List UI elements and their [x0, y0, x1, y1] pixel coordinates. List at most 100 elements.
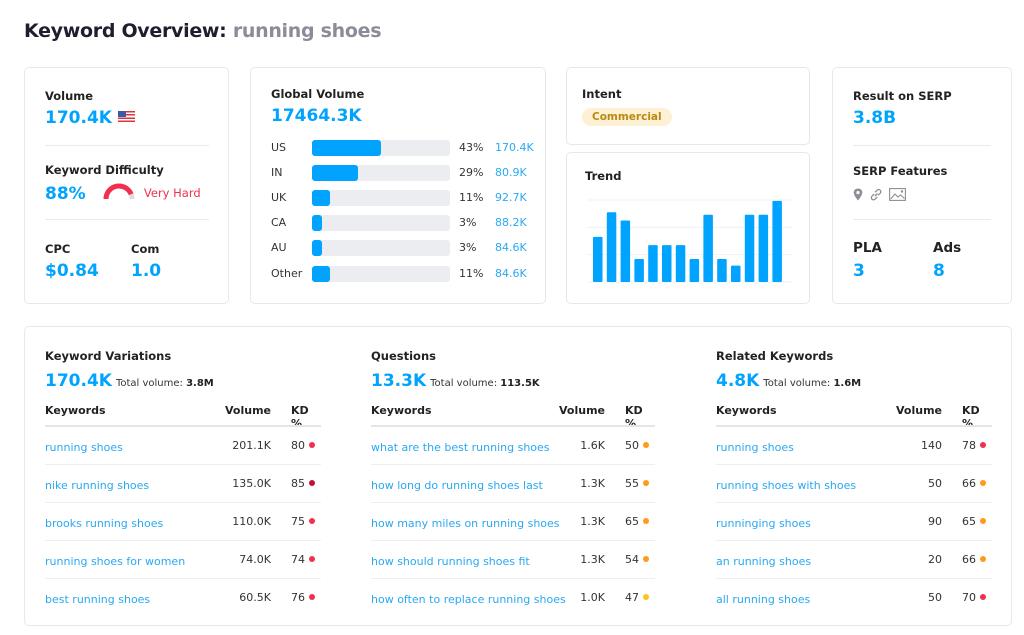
kd-gauge-icon — [103, 183, 135, 200]
trend-bar[interactable] — [772, 200, 782, 282]
country-percent: 3% — [459, 216, 477, 229]
keyword-volume: 140 — [921, 439, 942, 452]
global-volume-label: Global Volume — [271, 87, 365, 101]
volume-label: Volume — [45, 89, 94, 103]
keyword-kd: 54 — [625, 553, 639, 566]
country-row-uk: UK 11% 92.7K — [271, 189, 541, 207]
column-header-volume[interactable]: Volume — [559, 404, 605, 417]
kd-indicator-icon — [643, 594, 649, 600]
kd-indicator-icon — [643, 518, 649, 524]
keyword-link[interactable]: runninging shoes — [716, 517, 811, 530]
section-count[interactable]: 170.4K — [45, 371, 112, 391]
intent-card: Intent Commercial — [566, 67, 810, 145]
table-row: running shoes for women 74.0K 74 — [45, 541, 321, 579]
keyword-link[interactable]: running shoes — [716, 441, 794, 454]
trend-bar[interactable] — [675, 245, 686, 282]
country-share-bar — [312, 165, 450, 181]
table-row: how many miles on running shoes 1.3K 65 — [371, 503, 655, 541]
global-volume-value: 17464.3K — [271, 106, 362, 126]
trend-bar[interactable] — [717, 259, 727, 282]
table-row: how often to replace running shoes 1.0K 47 — [371, 579, 655, 617]
trend-bar[interactable] — [648, 245, 658, 282]
keyword-volume: 1.3K — [580, 553, 605, 566]
trend-bar[interactable] — [634, 259, 644, 282]
keyword-volume: 20 — [928, 553, 942, 566]
trend-bar[interactable] — [758, 214, 769, 282]
country-share-fill — [312, 266, 330, 282]
country-row-other: Other 11% 84.6K — [271, 265, 541, 283]
keyword-volume: 1.6K — [580, 439, 605, 452]
country-volume[interactable]: 170.4K — [495, 141, 534, 154]
column-header-volume[interactable]: Volume — [225, 404, 271, 417]
table-row: all running shoes 50 70 — [716, 579, 992, 617]
divider — [45, 145, 209, 146]
divider — [853, 219, 991, 220]
country-code: UK — [271, 191, 287, 204]
related-keywords-section: Related Keywords 4.8K Total volume: 1.6M Ke… — [716, 327, 992, 627]
trend-bar[interactable] — [620, 220, 631, 283]
section-count[interactable]: 4.8K — [716, 371, 759, 391]
country-code: IN — [271, 166, 283, 179]
global-volume-card: Global Volume 17464.3K US 43% 170.4K IN 29% 8… — [250, 67, 546, 304]
image-icon[interactable] — [889, 188, 906, 201]
keyword-link[interactable]: what are the best running shoes — [371, 441, 550, 454]
country-row-us: US 43% 170.4K — [271, 139, 541, 157]
trend-bar[interactable] — [662, 245, 672, 282]
column-header-keywords[interactable]: Keywords — [371, 404, 432, 417]
keyword-volume: 50 — [928, 477, 942, 490]
page-title-keyword: running shoes — [232, 20, 382, 42]
section-count[interactable]: 13.3K — [371, 371, 426, 391]
total-volume-value: 113.5K — [500, 378, 540, 389]
link-icon[interactable] — [869, 188, 883, 201]
column-header-volume[interactable]: Volume — [896, 404, 942, 417]
keyword-link[interactable]: best running shoes — [45, 593, 150, 606]
trend-bar[interactable] — [689, 259, 700, 282]
keyword-link[interactable]: how often to replace running shoes — [371, 593, 566, 606]
kd-indicator-icon — [309, 442, 315, 448]
trend-bar[interactable] — [703, 214, 713, 282]
total-volume-label: Total volume: — [430, 378, 498, 389]
trend-bar[interactable] — [744, 214, 755, 282]
keyword-link[interactable]: brooks running shoes — [45, 517, 163, 530]
column-header-keywords[interactable]: Keywords — [45, 404, 106, 417]
keyword-kd: 47 — [625, 591, 639, 604]
table-row: running shoes 140 78 — [716, 427, 992, 465]
kd-indicator-icon — [980, 518, 986, 524]
country-share-fill — [312, 140, 381, 156]
us-flag-icon — [117, 111, 135, 122]
trend-label: Trend — [585, 169, 622, 183]
keyword-link[interactable]: all running shoes — [716, 593, 810, 606]
total-volume-value: 1.6M — [833, 378, 862, 389]
keyword-kd: 76 — [291, 591, 305, 604]
keyword-link[interactable]: running shoes — [45, 441, 123, 454]
ads-value: 8 — [933, 261, 945, 281]
trend-bar[interactable] — [593, 236, 603, 282]
serp-features-icons — [853, 188, 906, 201]
kd-indicator-icon — [643, 556, 649, 562]
column-header-keywords[interactable]: Keywords — [716, 404, 777, 417]
country-volume[interactable]: 84.6K — [495, 267, 527, 280]
section-title: Keyword Variations — [45, 349, 172, 363]
section-title: Related Keywords — [716, 349, 834, 363]
country-volume[interactable]: 92.7K — [495, 191, 527, 204]
ads-label: Ads — [933, 240, 962, 256]
keyword-link[interactable]: running shoes for women — [45, 555, 185, 568]
keyword-link[interactable]: running shoes with shoes — [716, 479, 856, 492]
keyword-link[interactable]: how many miles on running shoes — [371, 517, 560, 530]
serp-card: Result on SERP 3.8B SERP Features PLA 3 … — [832, 67, 1012, 304]
trend-bar[interactable] — [731, 265, 741, 282]
map-pin-icon[interactable] — [853, 188, 863, 201]
table-row: nike running shoes 135.0K 85 — [45, 465, 321, 503]
keyword-link[interactable]: nike running shoes — [45, 479, 149, 492]
keyword-link[interactable]: how should running shoes fit — [371, 555, 530, 568]
kd-indicator-icon — [309, 556, 315, 562]
country-volume[interactable]: 84.6K — [495, 241, 527, 254]
metrics-card: Volume 170.4K Keyword Difficulty 88% Ver… — [24, 67, 229, 304]
keyword-link[interactable]: an running shoes — [716, 555, 811, 568]
country-volume[interactable]: 88.2K — [495, 216, 527, 229]
com-value: 1.0 — [131, 261, 162, 281]
keyword-link[interactable]: how long do running shoes last — [371, 479, 543, 492]
country-row-ca: CA 3% 88.2K — [271, 214, 541, 232]
country-volume[interactable]: 80.9K — [495, 166, 527, 179]
trend-bar[interactable] — [606, 212, 617, 282]
